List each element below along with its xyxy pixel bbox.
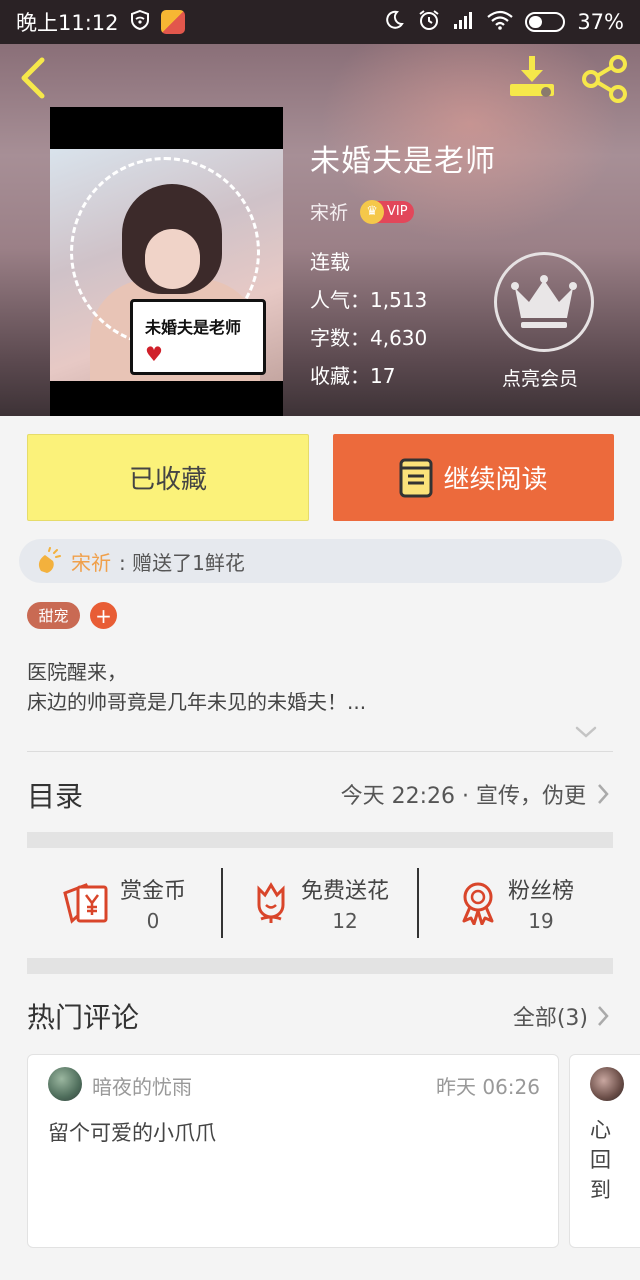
section-separator	[27, 958, 613, 974]
signal-icon	[453, 10, 475, 35]
stat-reward-coins[interactable]: 赏金币 0	[27, 868, 221, 938]
moon-icon	[383, 9, 405, 36]
battery-icon	[525, 12, 566, 32]
all-comments-link[interactable]: 全部(3)	[513, 1000, 610, 1032]
avatar[interactable]	[590, 1067, 624, 1101]
vip-label: VIP	[387, 204, 408, 219]
chevron-left-icon	[21, 57, 45, 99]
stat-free-flowers[interactable]: 免费送花 12	[221, 868, 417, 938]
favorite-button[interactable]: 已收藏	[27, 434, 309, 521]
back-button[interactable]	[14, 56, 54, 100]
share-button[interactable]	[580, 54, 630, 104]
author-name[interactable]: 宋祈	[310, 198, 348, 225]
download-button[interactable]	[508, 54, 558, 100]
medal-icon	[462, 882, 494, 925]
status-time: 晚上11:12	[16, 11, 119, 35]
book-title: 未婚夫是老师	[310, 144, 496, 179]
hot-comments-title: 热门评论	[27, 1001, 140, 1034]
stat-value: 19	[528, 909, 554, 933]
book-intro[interactable]: 医院醒来， 床边的帅哥竟是几年未见的未婚夫！...	[27, 657, 613, 717]
gift-user[interactable]: 宋祈	[71, 547, 111, 576]
stats-row: 赏金币 0 免费送花 12 粉丝榜 19	[27, 848, 613, 958]
stat-value: 0	[146, 909, 160, 933]
book-header: 未婚夫是老师 ♥ 未婚夫是老师 宋祈 ♛ VIP 连载 人气：1,513 字数：…	[0, 44, 640, 416]
stat-label: 赏金币	[119, 879, 186, 904]
add-tag-button[interactable]: +	[90, 602, 117, 629]
cover-speech-bubble: 未婚夫是老师 ♥	[130, 299, 266, 375]
flower-icon	[257, 882, 285, 923]
cover-image: 未婚夫是老师 ♥	[50, 149, 283, 381]
gift-message: : 赠送了1鲜花	[119, 550, 245, 575]
crown-icon: ♛	[360, 199, 385, 224]
wifi-icon	[487, 10, 514, 35]
tag-sweet-romance[interactable]: 甜宠	[27, 602, 80, 629]
chevron-right-icon	[598, 784, 609, 804]
book-cover[interactable]: 未婚夫是老师 ♥	[50, 107, 283, 416]
vip-badge: ♛ VIP	[360, 199, 414, 224]
author-row[interactable]: 宋祈 ♛ VIP	[310, 198, 414, 225]
alarm-icon	[417, 8, 441, 37]
gift-notice[interactable]: 宋祈 : 赠送了1鲜花	[19, 539, 622, 583]
avatar[interactable]	[48, 1067, 82, 1101]
share-icon	[582, 55, 627, 103]
stat-label: 免费送花	[300, 879, 389, 904]
comment-card[interactable]: 心回到	[569, 1054, 640, 1248]
download-icon	[510, 56, 554, 97]
stat-label: 粉丝榜	[507, 879, 574, 904]
crown-icon	[511, 275, 577, 328]
catalog-latest-chapter[interactable]: 今天 22:26 · 宣传，伪更	[341, 778, 610, 810]
comment-text: 留个可爱的小爪爪	[48, 1121, 216, 1145]
comment-username[interactable]: 暗夜的忧雨	[92, 1071, 192, 1100]
book-icon	[399, 458, 433, 497]
serial-status: 连载	[310, 250, 350, 274]
battery-level: 37%	[577, 10, 624, 34]
divider	[27, 751, 613, 752]
comment-text: 心回到	[590, 1118, 611, 1202]
favorite-count: 收藏：17	[310, 364, 396, 388]
member-label[interactable]: 点亮会员	[502, 364, 578, 391]
word-count: 字数：4,630	[310, 326, 428, 350]
stat-value: 12	[332, 909, 358, 933]
clap-icon	[38, 547, 61, 573]
status-bar: 晚上11:12 37%	[0, 0, 640, 44]
shield-wifi-icon	[129, 9, 151, 36]
red-envelope-icon	[63, 883, 108, 924]
stat-fan-ranking[interactable]: 粉丝榜 19	[417, 868, 613, 938]
catalog-title[interactable]: 目录	[27, 775, 83, 815]
comment-time: 昨天 06:26	[436, 1075, 540, 1099]
member-button[interactable]	[494, 252, 594, 352]
intro-line-2: 床边的帅哥竟是几年未见的未婚夫！...	[27, 690, 367, 714]
app-badge-icon	[160, 10, 185, 34]
popularity: 人气：1,513	[310, 288, 428, 312]
chevron-down-icon[interactable]	[574, 724, 598, 740]
section-separator	[27, 832, 613, 848]
chevron-right-icon	[598, 1006, 609, 1026]
all-comments-label: 全部(3)	[512, 1006, 588, 1031]
cover-caption: 未婚夫是老师	[145, 318, 242, 337]
comment-card[interactable]: 暗夜的忧雨 昨天 06:26 留个可爱的小爪爪	[27, 1054, 559, 1248]
latest-chapter-label: 今天 22:26 · 宣传，伪更	[340, 784, 586, 809]
heart-icon: ♥	[145, 342, 163, 366]
continue-reading-button[interactable]: 继续阅读	[333, 434, 614, 521]
continue-reading-label: 继续阅读	[443, 465, 548, 495]
intro-line-1: 医院醒来，	[27, 660, 127, 684]
